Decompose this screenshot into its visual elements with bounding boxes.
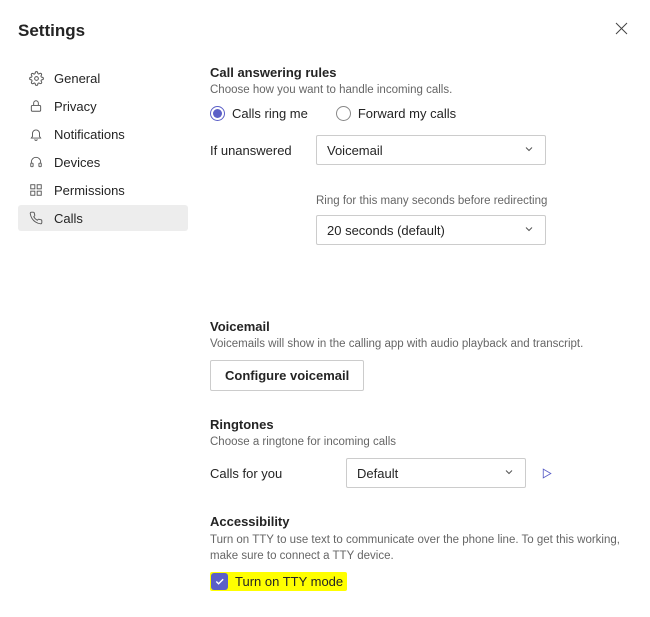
chevron-down-icon [523, 223, 535, 238]
chevron-down-icon [523, 143, 535, 158]
apps-icon [28, 182, 44, 198]
settings-content: Call answering rules Choose how you want… [188, 65, 632, 617]
chevron-down-icon [503, 466, 515, 481]
radio-forward-calls[interactable]: Forward my calls [336, 106, 456, 121]
sidebar-item-permissions[interactable]: Permissions [18, 177, 188, 203]
close-icon [615, 22, 628, 35]
tty-mode-checkbox[interactable] [211, 573, 228, 590]
tty-mode-label: Turn on TTY mode [235, 574, 343, 589]
sidebar-item-label: Notifications [54, 127, 125, 142]
settings-sidebar: General Privacy Notifications Devices Pe… [18, 65, 188, 617]
calls-for-you-label: Calls for you [210, 466, 336, 481]
section-title: Accessibility [210, 514, 628, 529]
check-icon [214, 576, 225, 587]
ring-duration-select[interactable]: 20 seconds (default) [316, 215, 546, 245]
select-value: Default [357, 466, 398, 481]
section-subtitle: Choose how you want to handle incoming c… [210, 84, 628, 96]
section-subtitle: Voicemails will show in the calling app … [210, 338, 628, 350]
unanswered-label: If unanswered [210, 143, 316, 158]
ring-duration-hint: Ring for this many seconds before redire… [316, 195, 628, 207]
sidebar-item-notifications[interactable]: Notifications [18, 121, 188, 147]
section-call-answering: Call answering rules Choose how you want… [210, 65, 628, 245]
sidebar-item-privacy[interactable]: Privacy [18, 93, 188, 119]
section-title: Ringtones [210, 417, 628, 432]
sidebar-item-label: General [54, 71, 100, 86]
play-icon [540, 467, 553, 480]
settings-header: Settings [18, 18, 632, 43]
calls-for-you-select[interactable]: Default [346, 458, 526, 488]
configure-voicemail-button[interactable]: Configure voicemail [210, 360, 364, 391]
sidebar-item-label: Permissions [54, 183, 125, 198]
radio-dot-icon [336, 106, 351, 121]
tty-mode-highlight: Turn on TTY mode [210, 572, 347, 591]
lock-icon [28, 98, 44, 114]
section-subtitle: Turn on TTY to use text to communicate o… [210, 533, 628, 564]
headset-icon [28, 154, 44, 170]
bell-icon [28, 126, 44, 142]
section-subtitle: Choose a ringtone for incoming calls [210, 436, 628, 448]
page-title: Settings [18, 21, 85, 41]
sidebar-item-devices[interactable]: Devices [18, 149, 188, 175]
unanswered-select[interactable]: Voicemail [316, 135, 546, 165]
radio-dot-icon [210, 106, 225, 121]
phone-icon [28, 210, 44, 226]
play-ringtone-button[interactable] [536, 463, 556, 483]
sidebar-item-general[interactable]: General [18, 65, 188, 91]
close-button[interactable] [611, 18, 632, 43]
sidebar-item-calls[interactable]: Calls [18, 205, 188, 231]
sidebar-item-label: Privacy [54, 99, 97, 114]
gear-icon [28, 70, 44, 86]
radio-calls-ring-me[interactable]: Calls ring me [210, 106, 308, 121]
radio-label: Forward my calls [358, 106, 456, 121]
section-ringtones: Ringtones Choose a ringtone for incoming… [210, 417, 628, 488]
section-accessibility: Accessibility Turn on TTY to use text to… [210, 514, 628, 591]
sidebar-item-label: Calls [54, 211, 83, 226]
radio-label: Calls ring me [232, 106, 308, 121]
select-value: 20 seconds (default) [327, 223, 445, 238]
select-value: Voicemail [327, 143, 383, 158]
section-voicemail: Voicemail Voicemails will show in the ca… [210, 319, 628, 391]
section-title: Call answering rules [210, 65, 628, 80]
sidebar-item-label: Devices [54, 155, 100, 170]
section-title: Voicemail [210, 319, 628, 334]
